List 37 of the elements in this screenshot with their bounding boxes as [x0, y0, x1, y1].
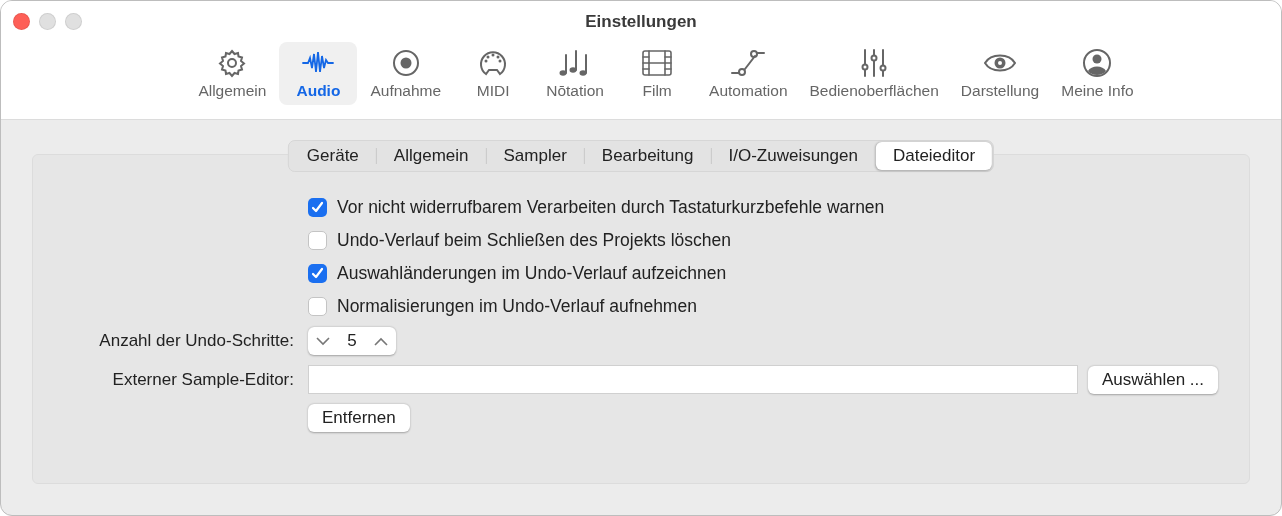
path-field[interactable]: [308, 365, 1078, 394]
checkbox[interactable]: [308, 297, 327, 316]
chevron-down-icon[interactable]: [316, 336, 330, 346]
checkbox-label: Normalisierungen im Undo-Verlauf aufnehmen: [337, 296, 697, 317]
toolbar-tab[interactable]: MIDI: [454, 42, 533, 105]
remove-button[interactable]: Entfernen: [308, 404, 410, 432]
toolbar-tab[interactable]: Nōtation: [536, 42, 615, 105]
toolbar-tab[interactable]: Darstellung: [951, 42, 1049, 105]
segment-tab[interactable]: Sampler: [486, 142, 584, 170]
toolbar-tab[interactable]: Meine Info: [1052, 42, 1143, 105]
toolbar-tab[interactable]: Automation: [700, 42, 797, 105]
toolbar-tab[interactable]: Aufnahme: [361, 42, 451, 105]
segment-tab[interactable]: Geräte: [289, 142, 376, 170]
toolbar-tab[interactable]: Allgemein: [189, 42, 276, 105]
toolbar-tab[interactable]: Bedienoberflächen: [800, 42, 948, 105]
stepper-control[interactable]: 5: [308, 327, 396, 355]
segment-tab[interactable]: Dateieditor: [875, 142, 993, 170]
close-window-button[interactable]: [13, 13, 30, 30]
segment-tab[interactable]: Bearbeitung: [584, 142, 711, 170]
checkbox-label: Vor nicht widerrufbarem Verarbeiten durch Tastaturkurzbefehle warnen: [337, 197, 885, 218]
checkbox-label: Auswahländerungen im Undo-Verlauf aufzeichnen: [337, 263, 727, 284]
checkbox[interactable]: [308, 231, 327, 250]
segment-tab[interactable]: I/O-Zuweisungen: [711, 142, 875, 170]
choose-button[interactable]: Auswählen ...: [1087, 365, 1218, 394]
window-title: Einstellungen: [585, 12, 697, 33]
field-label: Externer Sample-Editor:: [111, 369, 294, 390]
checkbox[interactable]: [308, 264, 327, 283]
segment-tab[interactable]: Allgemein: [376, 142, 486, 170]
toolbar-tab[interactable]: Film: [618, 42, 697, 105]
checkbox-label: Undo-Verlauf beim Schließen des Projekts löschen: [337, 230, 731, 251]
toolbar-tab[interactable]: Audio: [279, 42, 358, 105]
stepper-value: 5: [346, 331, 358, 351]
checkbox[interactable]: [308, 198, 327, 217]
automation-curve-icon: [731, 47, 766, 79]
film-strip-icon: [640, 47, 675, 79]
field-label: Anzahl der Undo-Schritte:: [98, 331, 294, 351]
chevron-up-icon[interactable]: [374, 336, 388, 346]
